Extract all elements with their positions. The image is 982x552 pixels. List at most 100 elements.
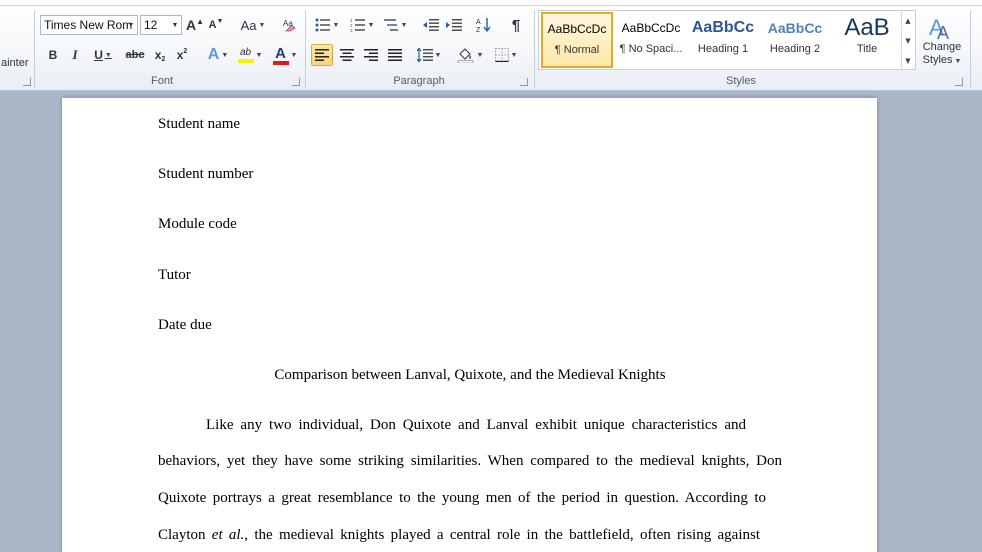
style-sample: AaBbCcDc [547,22,607,36]
highlight-button[interactable]: ab ▼ [236,45,264,65]
line-spacing-button[interactable]: ▼ [414,44,444,66]
subscript-button[interactable]: x2 [151,45,169,65]
style-sample: AaBbCc [691,19,755,36]
paragraph-group-label: Paragraph [393,75,445,87]
underline-button[interactable]: U ▼ [89,45,117,65]
increase-indent-button[interactable] [444,15,464,35]
pilcrow-icon: ¶ [511,16,521,34]
decrease-indent-button[interactable] [421,15,441,35]
align-center-button[interactable] [336,44,358,66]
group-separator [534,10,535,88]
change-styles-icon: A A [929,15,949,41]
align-right-button[interactable] [360,44,382,66]
gallery-more[interactable]: ▼ [901,51,914,70]
font-color-button[interactable]: A ▼ [270,45,300,65]
text-effects-icon: A [207,46,220,63]
align-left-button[interactable] [311,44,333,66]
change-case-button[interactable]: Aa ▼ [238,15,268,35]
shading-button[interactable]: ▼ [454,44,486,66]
style-title[interactable]: AaB Title [831,12,903,68]
style-no-spacing[interactable]: AaBbCcDc ¶ No Spaci... [615,12,687,68]
chevron-down-icon[interactable]: ▼ [169,16,181,34]
font-size-combo[interactable]: 12 ▼ [140,15,182,35]
tutor-line[interactable]: Tutor [158,267,191,284]
clear-formatting-icon: Aa [283,19,296,32]
italic-icon: I [72,47,78,62]
highlight-icon: ab [239,46,252,58]
justify-button[interactable] [384,44,406,66]
font-size-value: 12 [144,18,158,32]
grow-font-button[interactable]: A ▲ [186,15,204,35]
style-name: Heading 2 [769,43,821,55]
style-name: Heading 1 [697,43,749,55]
paragraph-line[interactable]: Quixote portrays a great resemblance to … [158,490,766,507]
multilevel-list-button[interactable]: ▼ [380,15,410,35]
paragraph-line[interactable]: Clayton et al., the medieval knights pla… [158,527,760,544]
sort-button[interactable]: A Z [474,15,494,35]
change-styles-label-2: Styles [922,53,953,66]
show-formatting-button[interactable]: ¶ [506,15,526,35]
clipboard-dialog-launcher[interactable] [23,78,31,86]
svg-text:A: A [476,19,481,26]
shrink-font-icon: A [208,19,217,31]
style-name: ¶ No Spaci... [619,43,683,55]
strikethrough-button[interactable]: abc [124,45,146,65]
chevron-down-icon[interactable]: ▼ [125,16,137,34]
line-spacing-icon [416,48,433,62]
format-painter-button[interactable]: ainter [0,55,32,71]
styles-gallery: AaBbCcDc ¶ Normal AaBbCcDc ¶ No Spaci...… [538,10,916,70]
student-number-line[interactable]: Student number [158,166,253,183]
style-sample: AaBbCcDc [621,21,681,35]
gallery-scroll-down[interactable]: ▼ [901,31,914,50]
style-sample: AaBbCc [767,20,823,36]
bullets-button[interactable]: ▼ [312,15,342,35]
strikethrough-icon: abc [125,49,145,61]
styles-dialog-launcher[interactable] [955,78,963,86]
paragraph-line[interactable]: behaviors, yet they have some striking s… [158,453,782,470]
document-area[interactable]: Student name Student number Module code … [0,92,982,552]
subscript-icon: x [154,48,162,62]
align-left-icon [315,49,329,61]
paragraph-text: Clayton [158,527,212,543]
grow-font-icon: A [185,17,197,33]
italic-button[interactable]: I [66,45,84,65]
bold-icon: B [48,48,58,62]
paint-bucket-icon [457,48,473,63]
borders-button[interactable]: ▼ [490,44,522,66]
bold-button[interactable]: B [44,45,62,65]
ribbon-tab-strip [0,0,982,6]
numbering-button[interactable]: 1 2 3 ▼ [346,15,378,35]
bullets-icon [315,18,330,32]
paragraph-text: the medieval knights played a central ro… [248,527,760,543]
style-name: ¶ Normal [554,44,600,56]
paragraph-dialog-launcher[interactable] [520,78,528,86]
change-case-icon: Aa [240,17,257,33]
group-separator [34,10,35,88]
style-normal[interactable]: AaBbCcDc ¶ Normal [541,12,613,68]
style-heading-1[interactable]: AaBbCc Heading 1 [687,12,759,68]
align-center-icon [340,49,354,61]
style-heading-2[interactable]: AaBbCc Heading 2 [759,12,831,68]
style-sample: AaB [844,14,890,41]
paragraph-line[interactable]: Like any two individual, Don Quixote and… [206,417,746,434]
underline-icon: U [94,48,103,62]
superscript-button[interactable]: x2 [173,45,191,65]
document-page[interactable]: Student name Student number Module code … [62,98,877,552]
decrease-indent-icon [423,19,439,31]
module-code-line[interactable]: Module code [158,216,237,233]
text-effects-button[interactable]: A ▼ [204,45,232,65]
font-name-combo[interactable]: Times New Rom ▼ [40,15,138,35]
format-painter-label: ainter [1,57,29,69]
increase-indent-icon [446,19,462,31]
change-styles-button[interactable]: A A Change Styles ▼ [918,8,966,72]
numbering-icon: 1 2 3 [350,18,365,32]
font-dialog-launcher[interactable] [292,78,300,86]
gallery-scroll-up[interactable]: ▲ [901,11,914,30]
date-due-line[interactable]: Date due [158,317,212,334]
shrink-font-button[interactable]: A ▼ [207,15,225,35]
multilevel-list-icon [383,19,398,31]
svg-text:Z: Z [476,27,481,33]
clear-formatting-button[interactable]: Aa [280,15,300,35]
student-name-line[interactable]: Student name [158,116,240,133]
document-title[interactable]: Comparison between Lanval, Quixote, and … [158,367,782,384]
